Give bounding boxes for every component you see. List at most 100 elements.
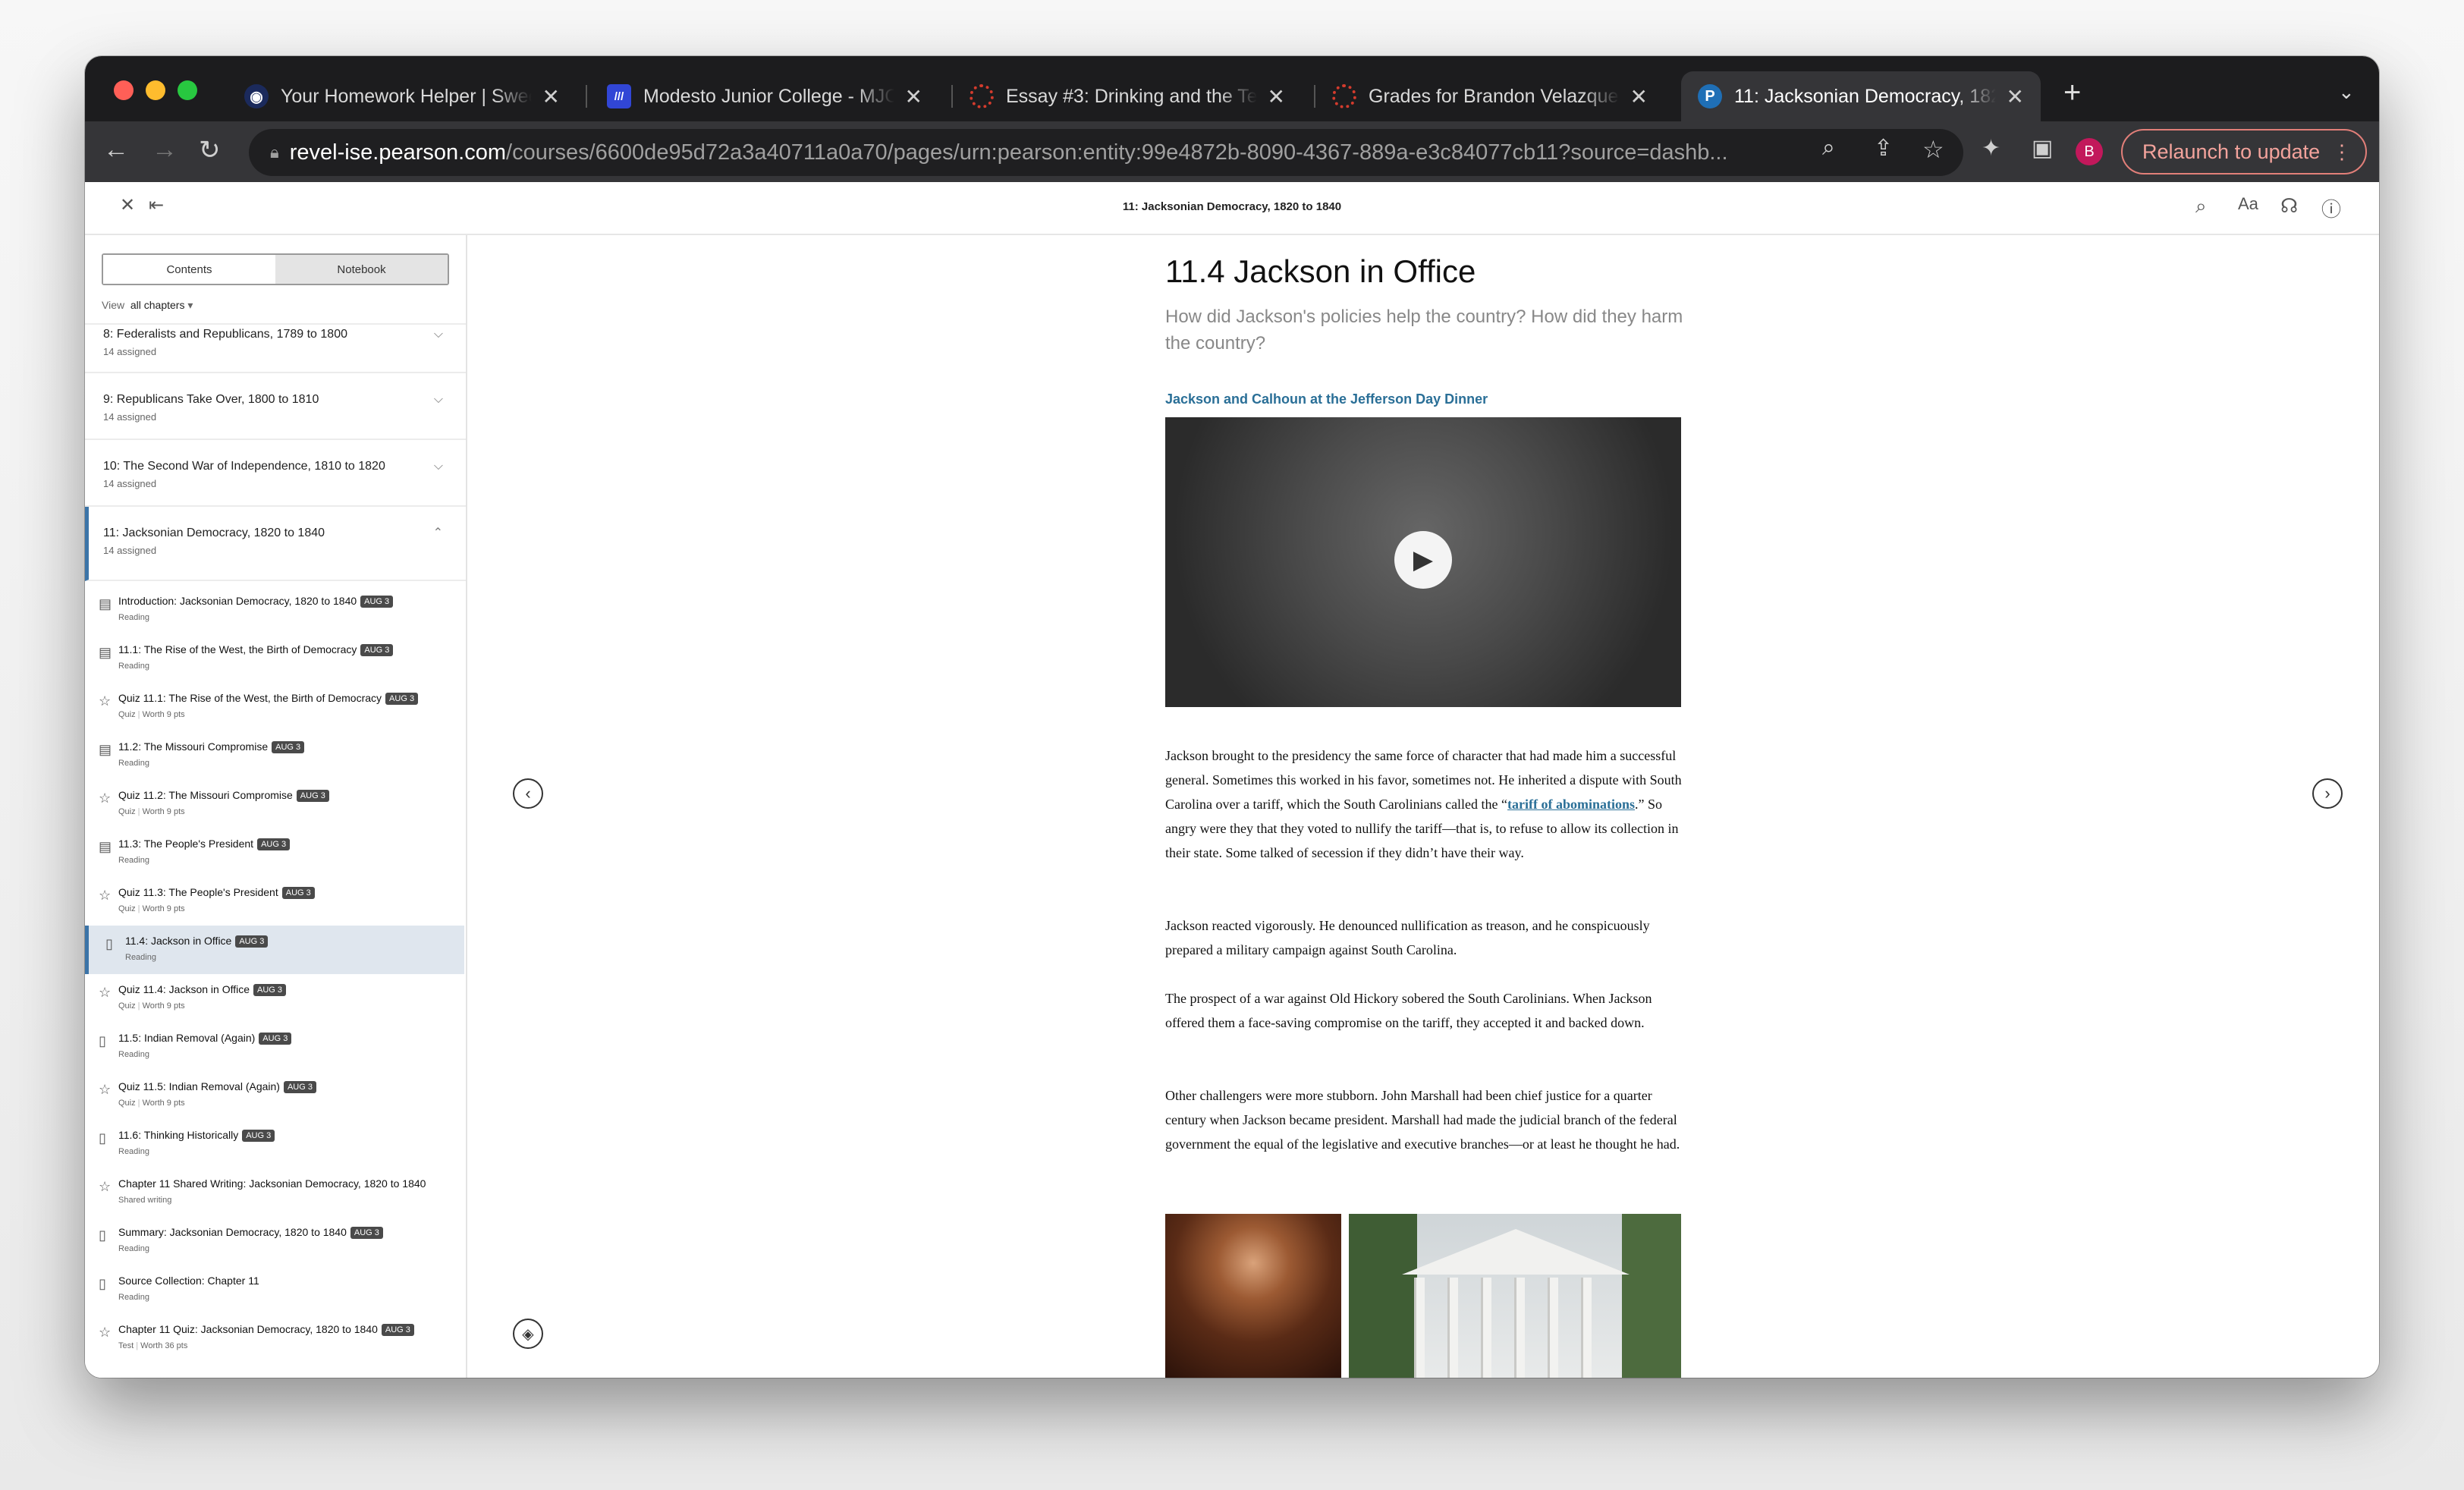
focus-question: How did Jackson's policies help the coun… (1165, 306, 1683, 354)
sidebar-item[interactable]: ▯ 11.4: Jackson in Office AUG 3 Reading (85, 926, 464, 974)
sidebar-item[interactable]: ☆ Quiz 11.4: Jackson in Office AUG 3 Quiz |… (85, 974, 464, 1023)
zoom-magnifier-icon[interactable]: ⌕ (1822, 135, 1835, 161)
sidebar-item[interactable]: ▤ 11.3: The People's President AUG 3 Readin… (85, 828, 464, 877)
app-header: ✕ ⇤ 11: Jacksonian Democracy, 1820 to 18… (85, 182, 2379, 235)
book-icon: ▯ (99, 1033, 106, 1048)
chapter-10[interactable]: 10: The Second War of Independence, 1810… (85, 440, 466, 507)
tab-mjc[interactable]: /// Modesto Junior College - MJC ✕ (590, 71, 939, 121)
canvas-logo-icon (1332, 84, 1356, 108)
chapter-assigned: 14 assigned (103, 411, 157, 423)
star-icon: ☆ (99, 1325, 112, 1340)
sidebar-item[interactable]: ☆ Quiz 11.1: The Rise of the West, the Bi… (85, 683, 464, 731)
item-type: Shared writing (118, 1196, 172, 1205)
tab-grades[interactable]: Grades for Brandon Velazquez ✕ (1315, 71, 1664, 121)
chapter-9[interactable]: 9: Republicans Take Over, 1800 to 1810 1… (85, 373, 466, 440)
chevron-down-icon[interactable]: ⌵ (434, 328, 443, 341)
sidebar-item[interactable]: ▯ Source Collection: Chapter 11 Reading (85, 1265, 464, 1314)
forward-arrow-icon[interactable]: → (152, 135, 178, 165)
url-path: /courses/6600de95d72a3a40711a0a70/pages/… (506, 140, 1728, 165)
next-page-button[interactable]: › (2312, 778, 2343, 809)
chapter-8[interactable]: 8: Federalists and Republicans, 1789 to … (85, 323, 466, 373)
sidebar-item[interactable]: ☆ Chapter 11 Quiz: Jacksonian Democracy, … (85, 1314, 464, 1363)
sidebar-item[interactable]: ☆ Quiz 11.2: The Missouri Compromise AUG 3… (85, 780, 464, 828)
chevron-down-icon[interactable]: ⌵ (434, 460, 443, 473)
meta-divider: | (135, 1001, 143, 1011)
due-badge: AUG 3 (281, 887, 315, 899)
more-vert-icon[interactable]: ⋮ (2332, 140, 2352, 164)
item-title-text: 11.1: The Rise of the West, the Birth of… (118, 643, 357, 655)
sidebar-item[interactable]: ▯ 11.5: Indian Removal (Again) AUG 3 Readin… (85, 1023, 464, 1071)
tab-essay[interactable]: Essay #3: Drinking and the Ten ✕ (953, 71, 1302, 121)
item-title: Chapter 11 Shared Writing: Jacksonian De… (118, 1177, 426, 1190)
close-icon[interactable]: ✕ (905, 84, 922, 109)
search-icon[interactable]: ⌕ (2195, 194, 2207, 218)
play-icon[interactable]: ▶ (1394, 531, 1452, 589)
video-player[interactable]: ▶ (1165, 417, 1681, 707)
chapter-11[interactable]: 11: Jacksonian Democracy, 1820 to 1840 1… (85, 507, 466, 581)
chapter-assigned: 14 assigned (103, 346, 157, 357)
item-title: Source Collection: Chapter 11 (118, 1275, 259, 1287)
address-bar[interactable]: 🔒︎ revel-ise.pearson.com/courses/6600de9… (249, 129, 1963, 176)
minimize-window-button[interactable] (146, 80, 165, 100)
bookmark-star-icon[interactable]: ☆ (1922, 135, 1944, 164)
item-type: Reading (118, 1293, 149, 1302)
sidebar-item[interactable]: ▤ Introduction: Jacksonian Democracy, 182… (85, 586, 464, 634)
book-icon: ▯ (99, 1276, 106, 1291)
close-window-button[interactable] (114, 80, 134, 100)
meta-divider: | (135, 710, 143, 719)
due-badge: AUG 3 (242, 1130, 275, 1142)
item-type: Quiz (118, 904, 136, 913)
tree-shape (1622, 1214, 1681, 1378)
chevron-up-icon[interactable]: ⌃ (433, 525, 443, 540)
item-title-text: Quiz 11.3: The People's President (118, 886, 278, 898)
sidebar-item[interactable]: ☆ Quiz 11.3: The People's President AUG 3Q… (85, 877, 464, 926)
close-icon[interactable]: ✕ (542, 84, 560, 109)
sidebar-item[interactable]: ▤ 11.2: The Missouri Compromise AUG 3 Readi… (85, 731, 464, 780)
tab-search-chevron-icon[interactable]: ⌄ (2338, 80, 2355, 104)
extensions-puzzle-icon[interactable]: ✦ (1982, 135, 2000, 162)
layers-icon[interactable]: ◈ (513, 1319, 543, 1349)
audio-headphones-icon[interactable]: ☊ (2280, 194, 2298, 218)
glossary-link[interactable]: tariff of abominations (1507, 797, 1635, 812)
item-title-text: 11.3: The People's President (118, 838, 254, 850)
tab-contents[interactable]: Contents (103, 255, 275, 284)
text-size-icon[interactable]: Aa (2238, 194, 2258, 214)
book-icon: ▯ (99, 1228, 106, 1243)
previous-page-button[interactable]: ‹ (513, 778, 543, 809)
item-title-text: Source Collection: Chapter 11 (118, 1275, 259, 1287)
item-title: Quiz 11.4: Jackson in Office AUG 3 (118, 983, 287, 996)
tab-jacksonian-democracy[interactable]: P 11: Jacksonian Democracy, 182 ✕ (1681, 71, 2041, 121)
due-badge: AUG 3 (296, 790, 329, 802)
zoom-window-button[interactable] (178, 80, 197, 100)
tree-shape (1349, 1214, 1417, 1378)
sidebar-item[interactable]: ▤ 11.1: The Rise of the West, the Birth o… (85, 634, 464, 683)
close-icon[interactable]: ✕ (1268, 84, 1285, 109)
sidebar-item[interactable]: ▯ 11.6: Thinking Historically AUG 3 Reading (85, 1120, 464, 1168)
side-panel-icon[interactable]: ▣ (2032, 135, 2053, 162)
column-shape (1514, 1278, 1525, 1378)
chevron-down-icon[interactable]: ⌵ (434, 393, 443, 407)
star-icon: ☆ (99, 693, 112, 709)
sidebar-item[interactable]: ☆ Quiz 11.5: Indian Removal (Again) AUG 3Q… (85, 1071, 464, 1120)
browser-window: ◉ Your Homework Helper | Sweet ✕ /// Mod… (85, 56, 2379, 1378)
sidebar-item[interactable]: ▯ Summary: Jacksonian Democracy, 1820 to … (85, 1217, 464, 1265)
item-title: 11.5: Indian Removal (Again) AUG 3 (118, 1032, 292, 1045)
relaunch-button[interactable]: Relaunch to update ⋮ (2121, 129, 2367, 174)
back-arrow-icon[interactable]: ← (103, 135, 129, 165)
help-icon[interactable]: ⓘ (2321, 194, 2341, 222)
chapter-filter[interactable]: View all chapters ▾ (102, 299, 193, 312)
tab-notebook[interactable]: Notebook (275, 255, 448, 284)
profile-avatar[interactable]: B (2076, 138, 2103, 165)
item-type: Reading (118, 1050, 149, 1059)
new-tab-icon[interactable]: + (2063, 76, 2081, 110)
star-icon: ☆ (99, 985, 112, 1000)
close-icon[interactable]: ✕ (1630, 84, 1648, 109)
reload-icon[interactable]: ↻ (199, 135, 221, 165)
share-icon[interactable]: ⇪ (1874, 135, 1893, 162)
item-meta: Quiz | Worth 9 pts (118, 807, 185, 816)
close-icon[interactable]: ✕ (2007, 84, 2024, 109)
sidebar-item[interactable]: ☆ Chapter 11 Shared Writing: Jacksonian D… (85, 1168, 464, 1217)
url-host: revel-ise.pearson.com (289, 140, 507, 165)
item-type: Reading (118, 662, 149, 671)
tab-homework-helper[interactable]: ◉ Your Homework Helper | Sweet ✕ (228, 71, 577, 121)
